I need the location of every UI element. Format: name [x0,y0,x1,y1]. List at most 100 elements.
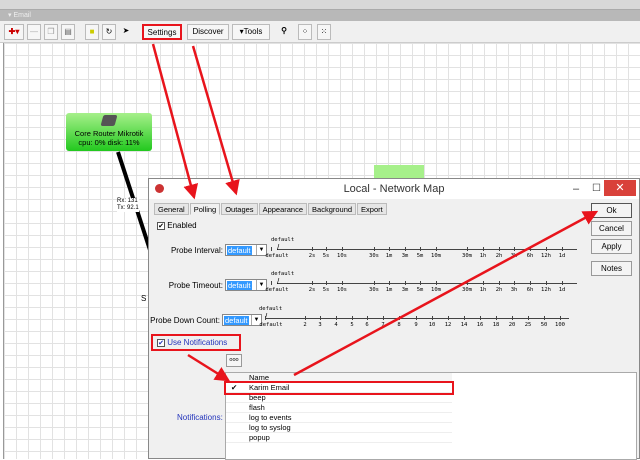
lock-icon[interactable]: ■ [85,24,99,40]
slider-tick-label: 3m [401,287,409,293]
layout-icon[interactable]: ⁘ [298,24,312,40]
tab-polling[interactable]: Polling [189,203,221,215]
probe-interval-slider[interactable]: default / default 2s 5s 10s 30s 1m 3m 5m 10m 30m 1h 2… [149,235,589,265]
slider-tick [530,281,531,285]
list-item[interactable]: popup [226,433,452,443]
slider-tick [389,247,390,251]
slider-tick [342,247,343,251]
map-node-label: S [141,294,147,303]
tab-outages[interactable]: Outages [221,203,258,215]
app-icon [155,184,164,193]
ellipsis-button[interactable]: ooo [226,354,242,367]
slider-tick [265,316,266,320]
ok-button[interactable]: Ok [591,203,632,218]
slider-tick-label: 4 [334,322,338,328]
minimize-icon[interactable]: – [573,179,579,199]
notes-button[interactable]: Notes [591,261,632,276]
check-icon: ✔ [231,383,238,392]
slider-tick-label: 1d [558,287,566,293]
list-item[interactable]: log to syslog [226,423,452,433]
slider-tick-label: 10 [428,322,436,328]
slider-tick [320,316,321,320]
map-node[interactable]: Core Router Mikrotik cpu: 0% disk: 11% [66,113,152,151]
probe-timeout-slider[interactable]: default / default 2s 5s 10s 30s 1m 3m 5m 10m 30m 1h 2… [149,269,589,299]
slider-tick-label: 6 [365,322,369,328]
list-header[interactable]: Name [226,373,452,383]
slider-tick-label: 30m [462,287,472,293]
slider-tick [420,247,421,251]
slider-tick [436,247,437,251]
slider-tick [432,316,433,320]
slider-tick [305,316,306,320]
binoculars-icon[interactable]: ⚲ [276,24,292,40]
notifications-label: Notifications: [177,413,223,422]
slider-tick [336,316,337,320]
slider-tick [528,316,529,320]
link-label: Rx: 131 Tx: 92.1 [117,198,139,212]
slider-tick-label: default [265,253,289,259]
probe-down-count-slider[interactable]: default / default 2 3 4 5 6 7 8 9 10 12 14 16 18 20 25 50 1… [149,304,589,334]
paste-icon[interactable]: ▤ [61,24,75,40]
slider-tick-label: 10m [431,253,441,259]
slider-tick [480,316,481,320]
discover-button[interactable]: Discover [187,24,229,40]
slider-tick-label: 1m [385,253,393,259]
slider-tick-label: 30s [369,253,379,259]
copy-icon[interactable]: ❐ [44,24,58,40]
tab-export[interactable]: Export [357,203,387,215]
slider-default-label: default [259,306,283,312]
use-notifications-checkbox[interactable]: ✔ Use Notifications [151,334,241,351]
slider-tick [496,316,497,320]
cancel-button[interactable]: Cancel [591,221,632,236]
slider-tick-label: 1d [558,253,566,259]
slider-tick-label: 2s [308,287,316,293]
slider-tick-label: 14 [460,322,468,328]
slider-tick [514,247,515,251]
slider-tick [562,247,563,251]
slider-tick-label: 3m [401,253,409,259]
slider-tick-label: 10s [337,253,347,259]
tab-appearance[interactable]: Appearance [258,203,308,215]
slider-thumb[interactable]: / [277,243,279,252]
maximize-icon[interactable]: ☐ [592,179,601,199]
slider-tick-label: 3h [510,287,518,293]
notifications-list: Name ✔ Karim Email beep flash log to events l… [224,372,637,460]
slider-tick [546,247,547,251]
slider-tick [271,247,272,251]
refresh-icon[interactable]: ↻ [102,24,116,40]
slider-tick [312,281,313,285]
slider-tick-label: 2 [303,322,307,328]
tab-background[interactable]: Background [308,203,357,215]
slider-tick [405,247,406,251]
slider-tick [326,281,327,285]
slider-tick [326,247,327,251]
pointer-icon[interactable]: ➤ [119,24,133,40]
list-item[interactable]: beep [226,393,452,403]
enabled-checkbox[interactable]: ✔ Enabled [157,221,197,230]
list-item[interactable]: log to events [226,413,452,423]
slider-tick [271,281,272,285]
slider-tick [416,316,417,320]
settings-button[interactable]: Settings [142,24,182,40]
slider-tick [467,247,468,251]
slider-tick [530,247,531,251]
slider-tick-label: 18 [492,322,500,328]
apply-button[interactable]: Apply [591,239,632,254]
slider-thumb[interactable]: / [277,277,279,286]
close-icon[interactable]: ✕ [604,180,636,196]
slider-tick-label: 25 [524,322,532,328]
slider-tick-label: 5s [322,253,330,259]
remove-icon[interactable]: — [27,24,41,40]
list-item[interactable]: ✔ Karim Email [224,381,454,395]
slider-tick [464,316,465,320]
slider-tick [374,281,375,285]
add-icon[interactable]: ✚▾ [4,24,24,40]
window-title: ▾ Email [0,10,640,21]
tools-button[interactable]: ▾Tools [232,24,270,40]
circle-layout-icon[interactable]: ⁙ [317,24,331,40]
tab-general[interactable]: General [154,203,189,215]
map-node-2[interactable] [374,165,424,179]
slider-tick-label: 2h [495,287,503,293]
list-item[interactable]: flash [226,403,452,413]
slider-tick-label: 5 [350,322,354,328]
